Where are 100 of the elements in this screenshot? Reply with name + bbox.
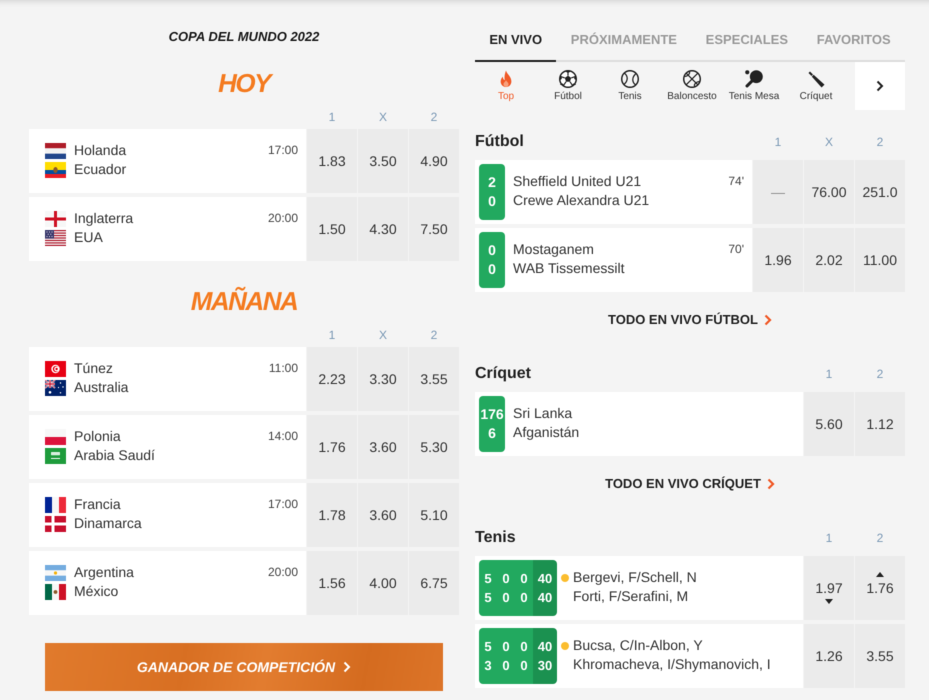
odds-button[interactable]: 5.10	[409, 483, 459, 547]
flag-icon	[45, 230, 66, 246]
competition-title: COPA DEL MUNDO 2022	[168, 28, 320, 46]
sport-tab[interactable]: Fútbol	[537, 62, 599, 110]
column-header: 2	[876, 135, 884, 149]
tennis-ball-icon	[621, 70, 639, 88]
odds-button[interactable]: 1.76	[307, 415, 357, 479]
team-name: Ecuador	[74, 160, 126, 179]
team-name: WAB Tissemessilt	[513, 259, 624, 278]
event-card[interactable]: 5 0 0 5 0 0 40 40 Bergevi, F/Schell, N Forti, F/Serafini, M	[475, 556, 803, 620]
day-heading: HOY	[218, 68, 270, 98]
odds-button[interactable]: 1.50	[307, 197, 357, 261]
odds-button[interactable]: 11.00	[855, 228, 905, 292]
score-badge: 2 0	[479, 164, 505, 220]
odds-button[interactable]: 1.97	[804, 556, 854, 620]
match-minute: 70'	[728, 241, 744, 258]
odds-button[interactable]: 4.00	[358, 551, 408, 615]
team-name: Bucsa, C/In-Albon, Y	[573, 636, 703, 655]
odds-button[interactable]: 5.30	[409, 415, 459, 479]
section-title: Fútbol	[475, 132, 524, 152]
odds-button[interactable]: 5.60	[804, 392, 854, 456]
match-card[interactable]: Argentina México 20:00	[29, 551, 306, 615]
match-time: 11:00	[268, 360, 298, 377]
sport-tab[interactable]: Tenis Mesa	[723, 62, 785, 110]
odds-button[interactable]: 1.26	[804, 624, 854, 688]
odds-button[interactable]: 1.83	[307, 129, 357, 193]
odds-button[interactable]: 1.76	[855, 556, 905, 620]
score-badge: 0 0	[479, 232, 505, 288]
column-header: 2	[430, 110, 438, 124]
chevron-icon	[343, 661, 352, 673]
flag-icon	[45, 210, 66, 226]
cricket-bat-icon	[807, 70, 825, 88]
flag-icon	[45, 564, 66, 580]
match-card[interactable]: Holanda Ecuador 17:00	[29, 129, 306, 193]
odds-button[interactable]: 3.55	[855, 624, 905, 688]
match-card[interactable]: Francia Dinamarca 17:00	[29, 483, 306, 547]
team-name: Afganistán	[513, 423, 580, 442]
team-name: Francia	[74, 495, 121, 514]
column-header: 1	[328, 110, 336, 124]
event-card[interactable]: 5 0 0 3 0 0 40 30 Bucsa, C/In-Albon, Y Khromacheva, I/Shymanovich, I	[475, 624, 803, 688]
odds-button[interactable]: 251.0	[855, 160, 905, 224]
match-time: 17:00	[268, 142, 298, 159]
team-name: Khromacheva, I/Shymanovich, I	[573, 655, 771, 674]
chevron-icon	[764, 314, 772, 326]
odds-button[interactable]: 3.50	[358, 129, 408, 193]
flag-icon	[45, 380, 66, 396]
team-name: Polonia	[74, 427, 121, 446]
flag-icon	[45, 496, 66, 512]
team-name: Crewe Alexandra U21	[513, 191, 650, 210]
score-board: 5 0 0 3 0 0 40 30	[479, 628, 557, 684]
flag-icon	[45, 360, 66, 376]
sport-tab[interactable]: Críquet	[785, 62, 847, 110]
team-name: Dinamarca	[74, 514, 142, 533]
odds-button[interactable]: 4.90	[409, 129, 459, 193]
odds-button[interactable]: 2.23	[307, 347, 357, 411]
sport-tab[interactable]: Tenis	[599, 62, 661, 110]
odds-button[interactable]: 1.96	[753, 228, 803, 292]
odds-button[interactable]: 76.00	[804, 160, 854, 224]
odds-button[interactable]: 3.55	[409, 347, 459, 411]
odds-button[interactable]: 1.78	[307, 483, 357, 547]
odds-button[interactable]: 7.50	[409, 197, 459, 261]
odds-button[interactable]: 4.30	[358, 197, 408, 261]
team-name: Arabia Saudí	[74, 446, 155, 465]
flag-icon	[45, 584, 66, 600]
match-time: 20:00	[268, 564, 298, 581]
odds-button[interactable]: 3.60	[358, 415, 408, 479]
column-header: X	[824, 135, 833, 149]
odds-button[interactable]: 6.75	[409, 551, 459, 615]
event-card[interactable]: 2 0 Sheffield United U21 Crewe Alexandra U21 74'	[475, 160, 752, 224]
team-name: Sri Lanka	[513, 404, 572, 423]
flag-icon	[45, 516, 66, 532]
match-time: 17:00	[268, 496, 298, 513]
up-triangle-icon	[876, 572, 884, 577]
match-card[interactable]: Inglaterra EUA 20:00	[29, 197, 306, 261]
section-title: Tenis	[475, 528, 516, 548]
more-link[interactable]: TODO EN VIVO FÚTBOL	[608, 310, 772, 330]
team-name: Bergevi, F/Schell, N	[573, 568, 697, 587]
column-header: 1	[774, 135, 782, 149]
tab[interactable]: EN VIVO	[475, 20, 556, 62]
match-time: 14:00	[268, 428, 298, 445]
match-card[interactable]: Túnez Australia 11:00	[29, 347, 306, 411]
column-header: 1	[826, 531, 832, 545]
next-button[interactable]	[855, 62, 905, 110]
match-time: 20:00	[268, 210, 298, 227]
sport-tab[interactable]: Baloncesto	[661, 62, 723, 110]
odds-button[interactable]: 2.02	[804, 228, 854, 292]
odds-button[interactable]: 1.56	[307, 551, 357, 615]
match-minute: 74'	[728, 173, 744, 190]
team-name: México	[74, 582, 118, 601]
score-board: 5 0 0 5 0 0 40 40	[479, 560, 557, 616]
more-link[interactable]: TODO EN VIVO CRÍQUET	[605, 474, 775, 494]
odds-button[interactable]: 3.60	[358, 483, 408, 547]
odds-button[interactable]: 3.30	[358, 347, 408, 411]
column-header: 2	[876, 531, 884, 545]
odds-button[interactable]: 1.12	[855, 392, 905, 456]
team-name: Australia	[74, 378, 128, 397]
match-card[interactable]: Polonia Arabia Saudí 14:00	[29, 415, 306, 479]
event-card[interactable]: 0 0 Mostaganem WAB Tissemessilt 70'	[475, 228, 752, 292]
section-title: Críquet	[475, 364, 531, 384]
event-card[interactable]: 176 6 Sri Lanka Afganistán	[475, 392, 803, 456]
